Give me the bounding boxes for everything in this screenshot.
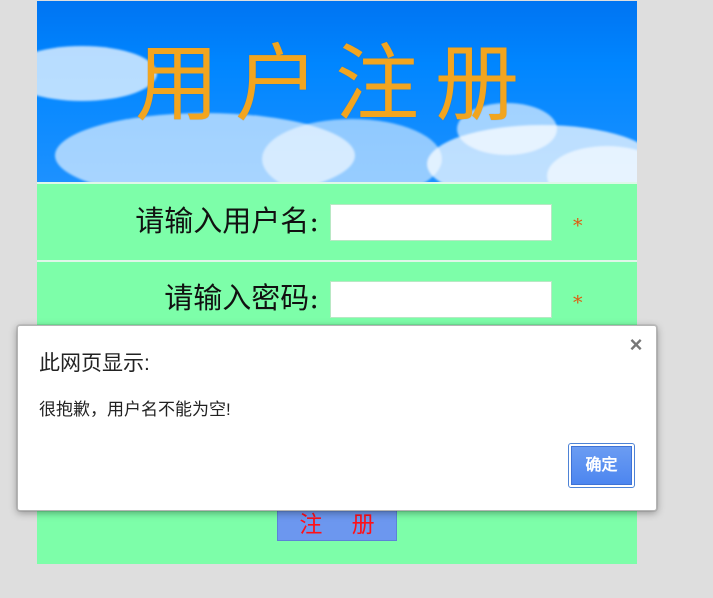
close-icon[interactable]: × bbox=[627, 334, 645, 356]
username-input[interactable] bbox=[330, 204, 552, 241]
dialog-message: 很抱歉，用户名不能为空! bbox=[39, 400, 231, 419]
alert-dialog: 此网页显示: × 很抱歉，用户名不能为空! 确定 bbox=[17, 325, 657, 511]
browser-page: 用户注册 请输入用户名: * 请输入密码: * 注 册 此网页显示: × 很抱歉… bbox=[0, 0, 713, 598]
username-row: 请输入用户名: * bbox=[37, 184, 637, 260]
page-title: 用户注册 bbox=[134, 35, 535, 133]
password-input[interactable] bbox=[330, 281, 552, 318]
required-asterisk: * bbox=[573, 292, 583, 314]
ok-button-label: 确定 bbox=[571, 446, 632, 485]
required-asterisk: * bbox=[573, 215, 583, 237]
username-label: 请输入用户名: bbox=[135, 204, 319, 238]
ok-button[interactable]: 确定 bbox=[568, 443, 635, 488]
dialog-title: 此网页显示: bbox=[39, 352, 150, 375]
registration-banner: 用户注册 bbox=[37, 1, 637, 182]
password-label: 请输入密码: bbox=[164, 281, 319, 315]
register-button[interactable]: 注 册 bbox=[277, 507, 397, 541]
